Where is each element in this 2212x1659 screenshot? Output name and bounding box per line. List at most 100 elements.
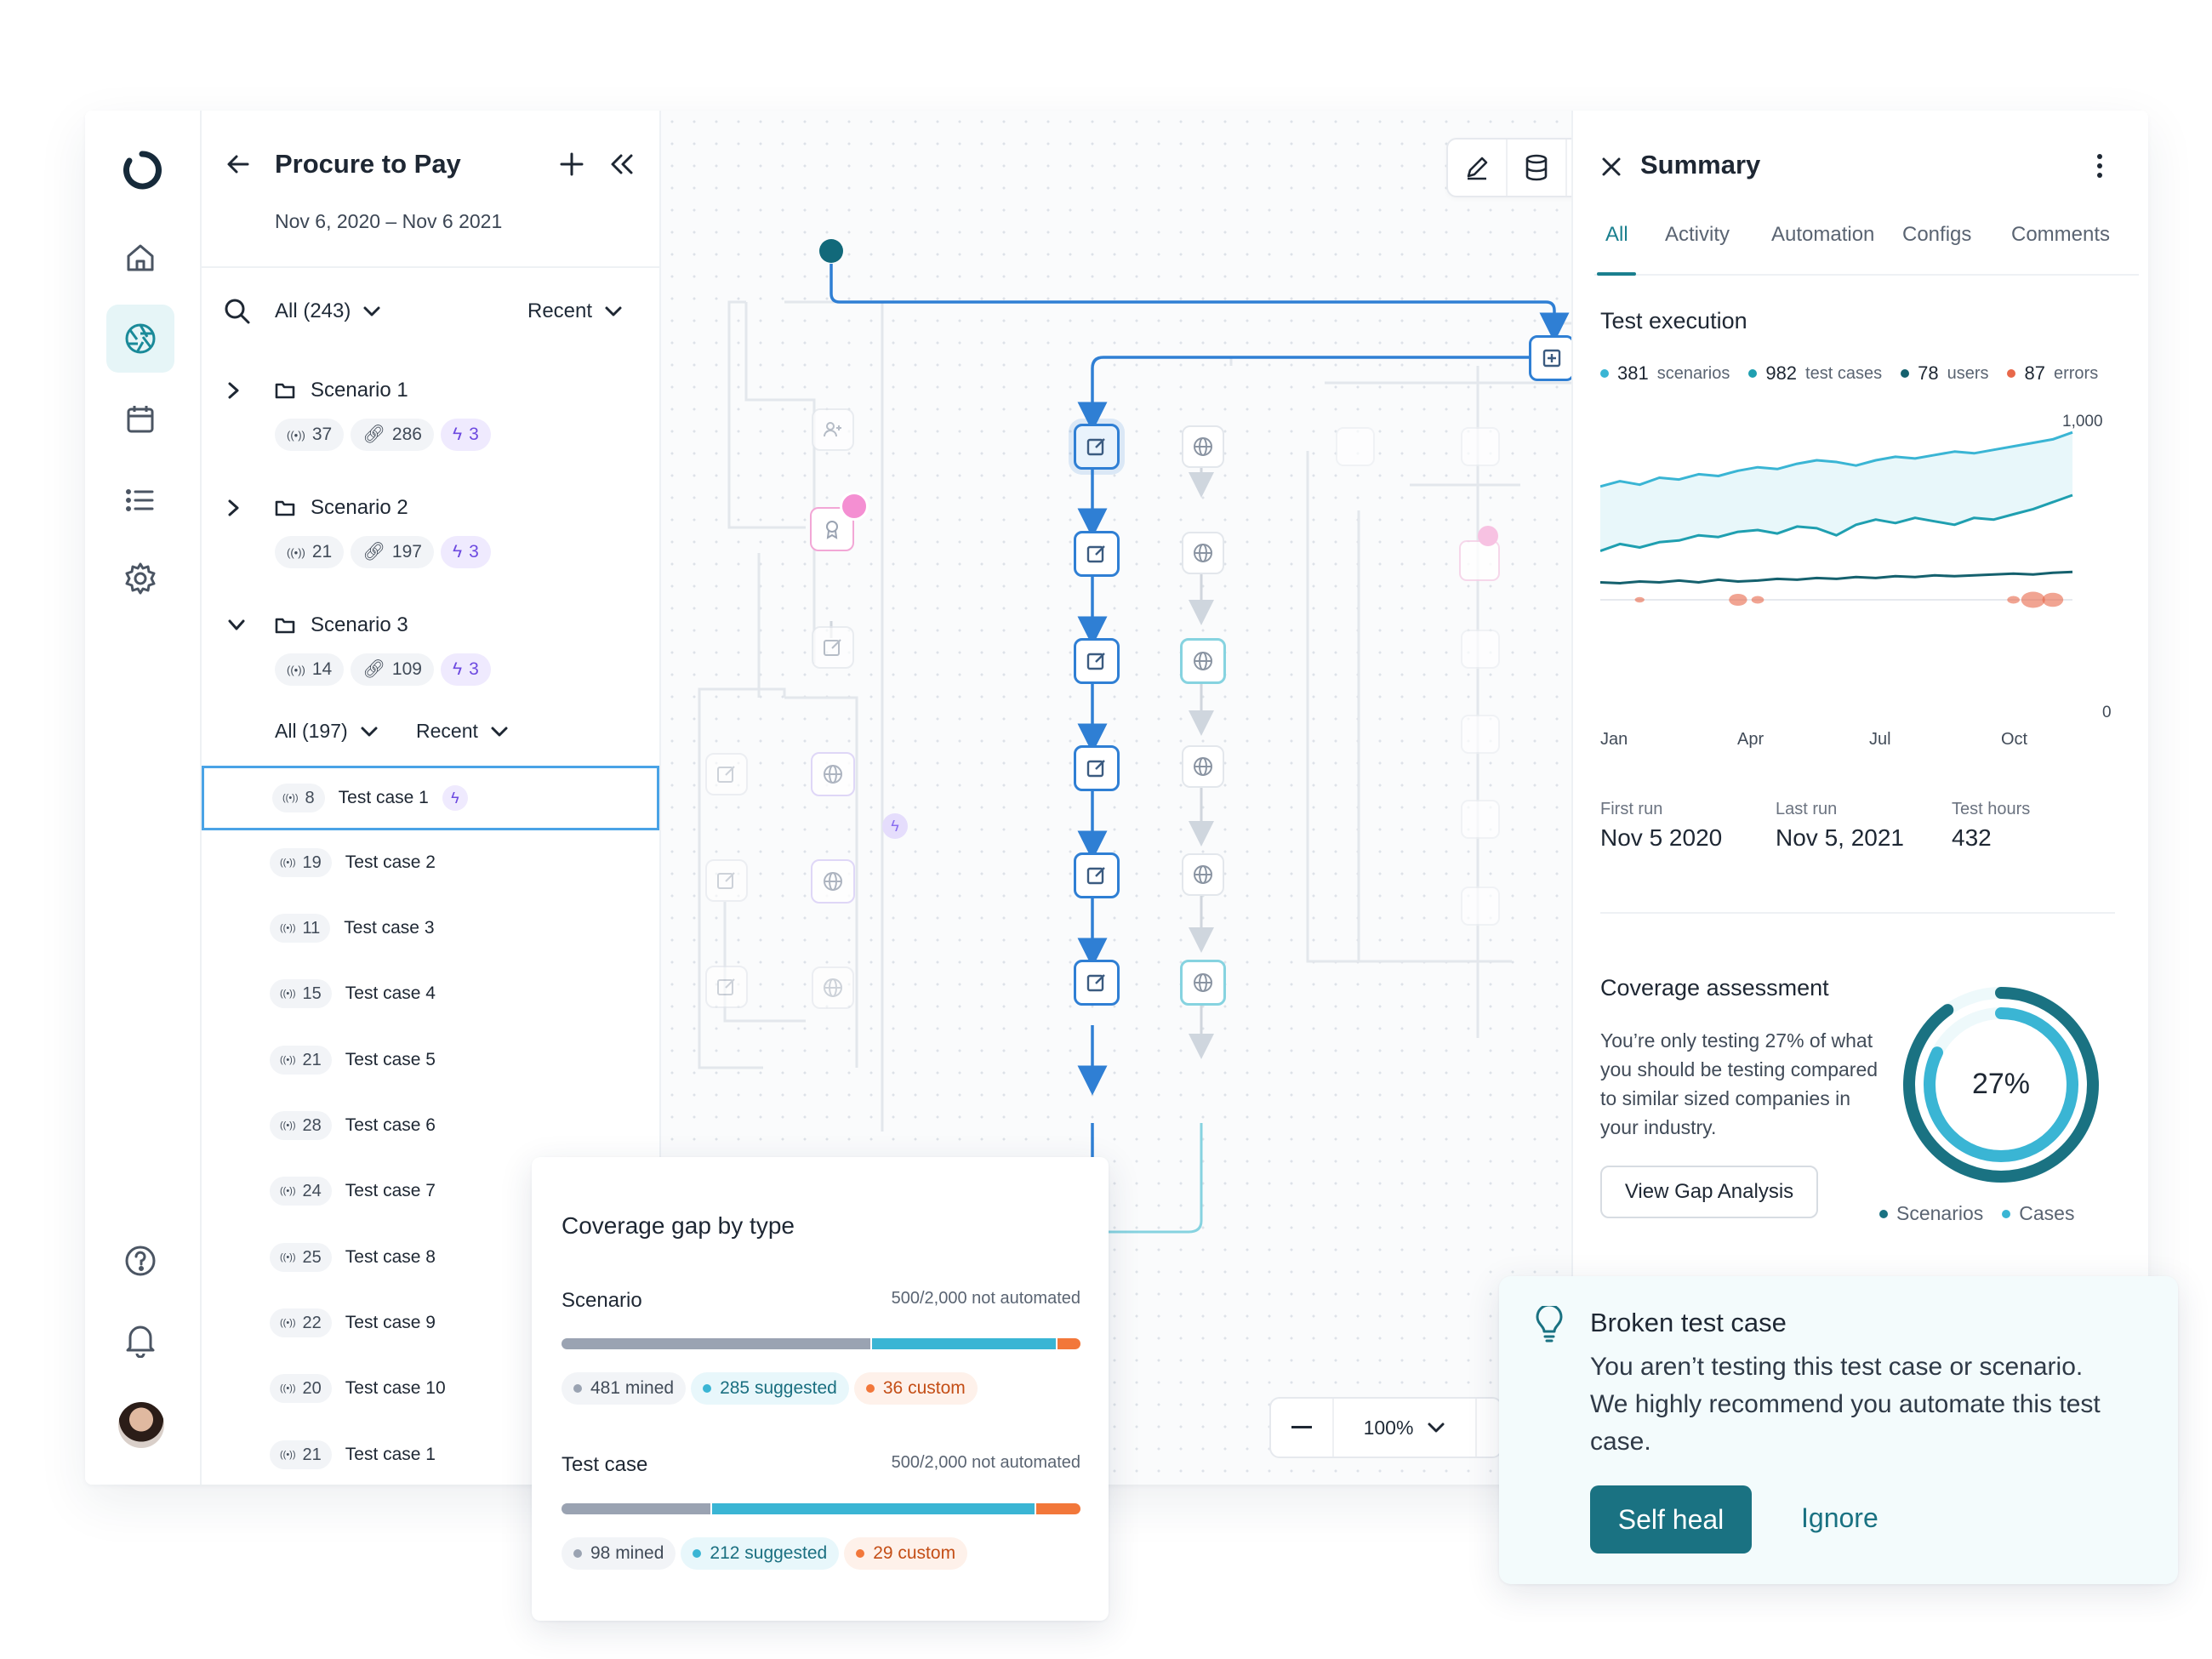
search-icon[interactable] xyxy=(224,298,251,325)
edit-node[interactable] xyxy=(1074,745,1120,791)
scenario-row[interactable]: Scenario 3 xyxy=(227,613,408,637)
run-count-chip: ((•)) 19 xyxy=(270,848,332,877)
edit-node[interactable] xyxy=(812,626,854,669)
pen-button[interactable] xyxy=(1448,140,1508,196)
zoom-in-button[interactable] xyxy=(1475,1399,1501,1457)
globe-node[interactable] xyxy=(811,752,855,796)
scenario-stats: ((•)) 14 🔗︎ 109 ϟ3 xyxy=(275,653,498,686)
ignore-button[interactable]: Ignore xyxy=(1801,1502,1878,1534)
nav-home[interactable] xyxy=(106,224,174,292)
chevron-down-icon xyxy=(360,726,379,738)
edit-node[interactable] xyxy=(705,966,748,1008)
test-case-row[interactable]: ((•)) 19 Test case 2 xyxy=(202,830,659,895)
scenario-row[interactable]: Scenario 1 xyxy=(227,379,408,402)
back-arrow-icon[interactable] xyxy=(225,151,251,177)
globe-node[interactable] xyxy=(1182,425,1224,468)
edit-icon xyxy=(1086,436,1108,458)
add-icon[interactable] xyxy=(559,151,584,177)
server-node[interactable] xyxy=(1461,715,1500,754)
server-node[interactable] xyxy=(1461,887,1500,926)
nav-calendar[interactable] xyxy=(106,385,174,453)
tab-all[interactable]: All xyxy=(1605,223,1628,247)
sub-sort-label: Recent xyxy=(416,720,478,742)
globe-icon xyxy=(822,977,844,999)
edit-node[interactable] xyxy=(1461,427,1500,466)
bolt-chip: ϟ3 xyxy=(440,536,491,568)
donut-legend: Scenarios Cases xyxy=(1879,1202,2074,1225)
server-node[interactable] xyxy=(1461,800,1500,839)
user-add-node[interactable] xyxy=(812,408,854,451)
globe-node[interactable] xyxy=(1180,638,1226,684)
chevron-right-icon[interactable] xyxy=(227,499,241,517)
filter-label: All (243) xyxy=(275,299,351,322)
edit-node[interactable] xyxy=(1074,424,1120,470)
chevron-down-icon[interactable] xyxy=(227,619,246,632)
tab-configs[interactable]: Configs xyxy=(1902,223,1971,247)
scenario-row[interactable]: Scenario 2 xyxy=(227,496,408,520)
scenario-stats: ((•)) 37 🔗︎ 286 ϟ3 xyxy=(275,419,498,451)
chevron-right-icon[interactable] xyxy=(227,381,241,400)
test-case-row[interactable]: ((•)) 11 Test case 3 xyxy=(202,896,659,961)
x-tick: Jul xyxy=(1869,730,1891,749)
nav-notifications[interactable] xyxy=(106,1306,174,1374)
globe-node[interactable] xyxy=(1182,532,1224,574)
self-heal-button[interactable]: Self heal xyxy=(1590,1485,1752,1554)
nav-help[interactable] xyxy=(106,1227,174,1295)
test-case-row[interactable]: ((•)) 8 Test case 1 ϟ xyxy=(202,766,659,830)
test-case-row[interactable]: ((•)) 28 Test case 6 xyxy=(202,1093,659,1158)
x-tick: Oct xyxy=(2001,730,2028,749)
edit-node[interactable] xyxy=(1074,960,1120,1006)
test-case-row[interactable]: ((•)) 15 Test case 4 xyxy=(202,961,659,1026)
custom-chip: 29 custom xyxy=(844,1537,968,1570)
first-run-stat: First run Nov 5 2020 xyxy=(1600,800,1722,852)
globe-node[interactable] xyxy=(1182,745,1224,788)
server-node[interactable] xyxy=(1459,540,1500,581)
test-case-name: Test case 6 xyxy=(345,1115,436,1135)
logo-ring-icon[interactable] xyxy=(121,149,163,191)
edit-node[interactable] xyxy=(1074,852,1120,898)
avatar[interactable] xyxy=(118,1402,164,1448)
edit-node[interactable] xyxy=(1336,427,1375,466)
close-icon[interactable] xyxy=(1601,157,1622,177)
database-button[interactable] xyxy=(1508,140,1567,196)
server-node[interactable] xyxy=(1461,630,1500,669)
edit-node[interactable] xyxy=(705,753,748,795)
run-count-chip: ((•)) 20 xyxy=(270,1374,332,1403)
globe-node[interactable] xyxy=(1180,960,1226,1006)
edit-icon xyxy=(1086,650,1108,672)
collapse-panel-icon[interactable] xyxy=(610,153,634,175)
globe-node[interactable] xyxy=(811,859,855,904)
globe-icon xyxy=(1192,972,1214,994)
sub-sort-dropdown[interactable]: Recent xyxy=(416,720,509,743)
tab-activity[interactable]: Activity xyxy=(1665,223,1730,247)
nav-settings[interactable] xyxy=(106,544,174,613)
nav-aperture[interactable] xyxy=(106,305,174,373)
zoom-out-button[interactable] xyxy=(1271,1399,1334,1457)
scenario-name: Scenario 2 xyxy=(311,496,408,519)
sort-dropdown[interactable]: Recent xyxy=(527,299,623,323)
test-case-row[interactable]: ((•)) 21 Test case 5 xyxy=(202,1028,659,1092)
edit-node[interactable] xyxy=(705,859,748,902)
view-gap-analysis-button[interactable]: View Gap Analysis xyxy=(1600,1166,1818,1218)
edit-node[interactable] xyxy=(1074,531,1120,577)
tab-automation[interactable]: Automation xyxy=(1771,223,1874,247)
edit-icon xyxy=(715,976,738,998)
filter-dropdown[interactable]: All (243) xyxy=(275,299,381,323)
globe-node[interactable] xyxy=(1182,853,1224,896)
gap-chips: 481 mined 285 suggested 36 custom xyxy=(562,1372,983,1405)
coverage-percent: 27% xyxy=(1971,1068,2031,1100)
zoom-level-dropdown[interactable]: 100% xyxy=(1334,1399,1475,1457)
nav-list[interactable] xyxy=(106,466,174,534)
tab-comments[interactable]: Comments xyxy=(2011,223,2110,247)
legend-test-cases: 982 test cases xyxy=(1748,362,1882,385)
first-run-label: First run xyxy=(1600,800,1663,818)
more-vertical-icon[interactable] xyxy=(2096,153,2103,179)
error-blip xyxy=(2007,596,2020,604)
x-tick: Apr xyxy=(1737,730,1764,749)
bolt-chip: ϟ3 xyxy=(440,419,491,451)
globe-node[interactable] xyxy=(812,966,854,1009)
legend-scenarios: 381 scenarios xyxy=(1600,362,1730,385)
add-node[interactable] xyxy=(1529,335,1575,381)
edit-node[interactable] xyxy=(1074,638,1120,684)
sub-filter-dropdown[interactable]: All (197) xyxy=(275,720,379,743)
